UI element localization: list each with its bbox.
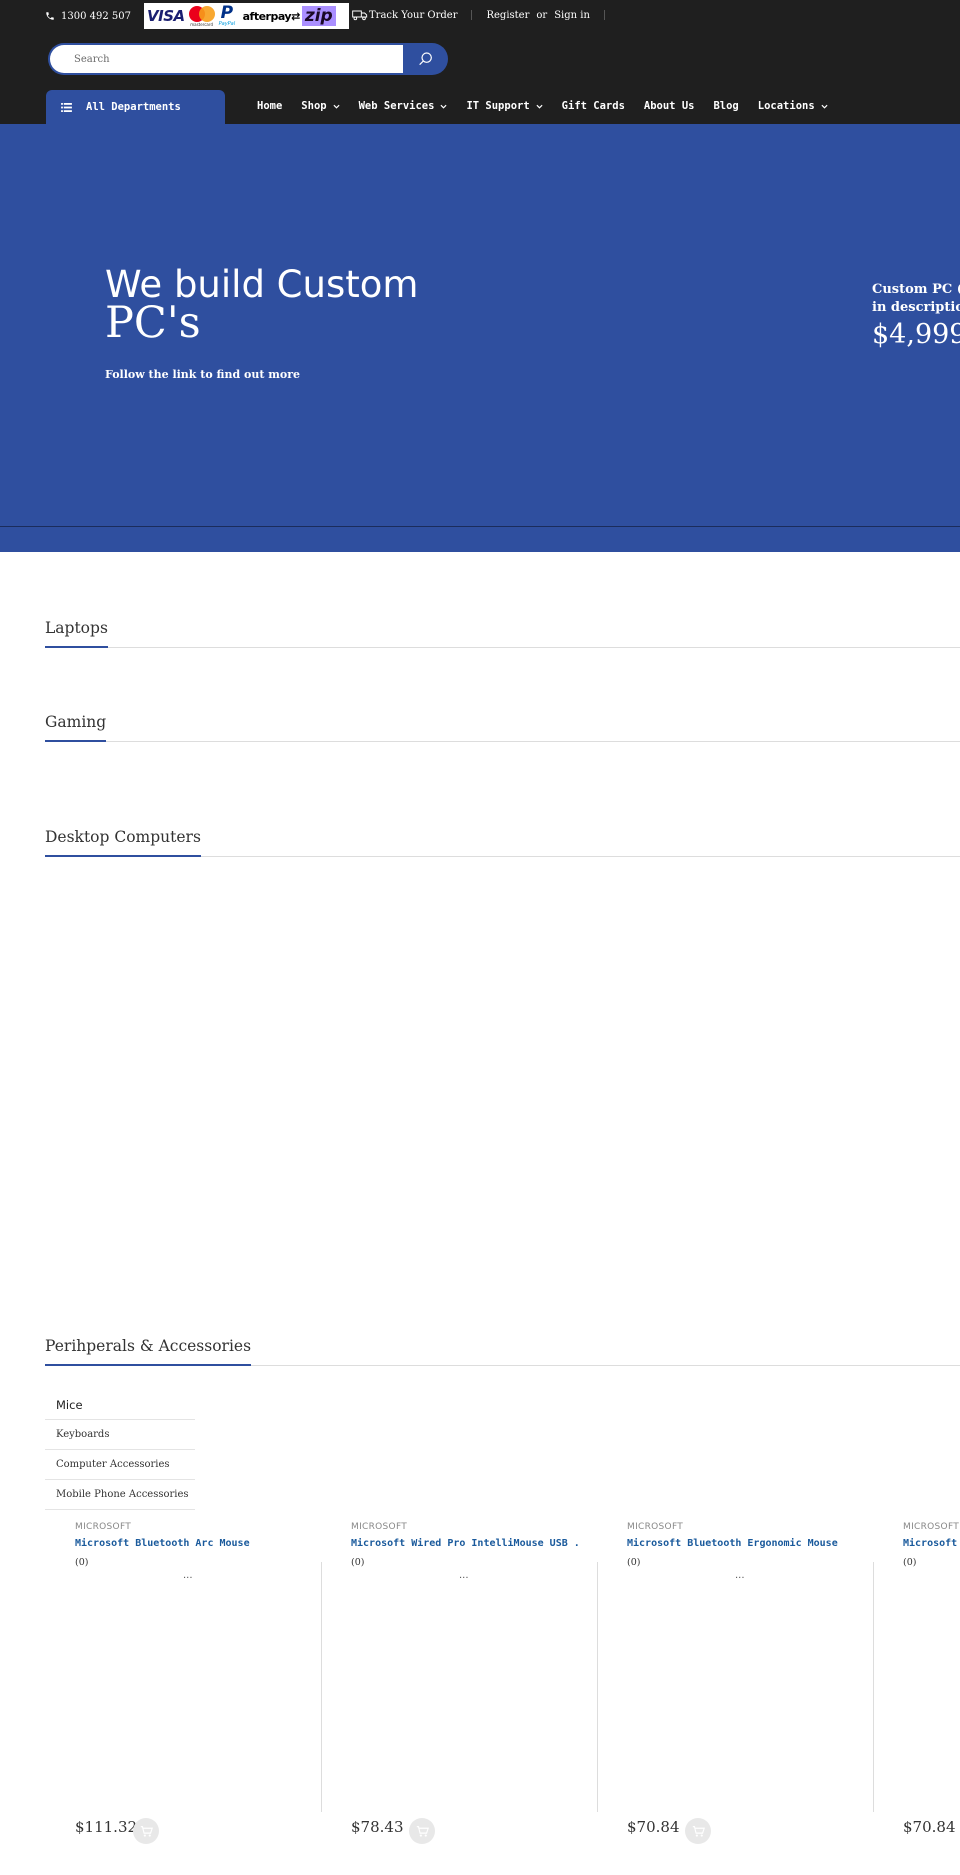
phone-contact[interactable]: 1300 492 507	[45, 8, 131, 24]
nav-item-web-services[interactable]: Web Services	[359, 100, 448, 112]
product-rating: (0)	[351, 1557, 365, 1568]
category-tab-mobile-phone-accessories[interactable]: Mobile Phone Accessories	[45, 1480, 195, 1510]
nav-item-locations[interactable]: Locations	[758, 100, 828, 112]
add-to-cart-button[interactable]	[409, 1818, 435, 1844]
paypal-logo: P PayPal	[218, 3, 236, 27]
zip-logo: zip	[301, 6, 336, 26]
product-price: $70.84	[627, 1818, 680, 1836]
product-divider	[597, 1562, 598, 1812]
hero-product-title[interactable]: Custom PC (Order via link in description…	[872, 281, 960, 317]
section-laptops: Laptops	[45, 614, 960, 648]
add-to-cart-button[interactable]	[133, 1818, 159, 1844]
chevron-down-icon	[440, 104, 447, 109]
phone-number: 1300 492 507	[61, 10, 131, 22]
section-title[interactable]: Desktop Computers	[45, 828, 201, 857]
chevron-down-icon	[333, 104, 340, 109]
product-divider	[873, 1562, 874, 1812]
product-divider	[321, 1562, 322, 1812]
product-name[interactable]: Microsoft Wired Pro IntelliMouse USB .	[351, 1538, 580, 1549]
nav-item-about-us[interactable]: About Us	[644, 100, 695, 112]
product-rating: (0)	[903, 1557, 917, 1568]
search-button[interactable]	[403, 43, 448, 75]
hero-banner[interactable]: We build Custom PC's Follow the link to …	[0, 124, 960, 552]
product-rating: (0)	[75, 1557, 89, 1568]
afterpay-logo: afterpay⇄	[242, 9, 301, 23]
cart-icon	[692, 1825, 705, 1837]
section-desktop-computers: Desktop Computers	[45, 823, 960, 857]
top-bar: 1300 492 507 VISA mastercard P PayPal af…	[0, 0, 960, 124]
or-text: or	[536, 9, 548, 21]
nav-label: Home	[257, 100, 283, 112]
search-icon	[418, 52, 432, 65]
hero-divider	[0, 526, 960, 527]
product-price: $70.84	[903, 1818, 956, 1836]
product-name[interactable]: Microsoft	[903, 1538, 957, 1549]
product-rating: (0)	[627, 1557, 641, 1568]
nav-label: Locations	[757, 100, 815, 112]
product-ellipsis: ...	[735, 1570, 745, 1581]
nav-label: Shop	[301, 100, 327, 112]
product-card[interactable]: MICROSOFT Microsoft Bluetooth Ergonomic …	[597, 1515, 873, 1875]
chevron-down-icon	[821, 104, 828, 109]
all-departments-label: All Departments	[86, 101, 181, 113]
add-to-cart-button[interactable]	[685, 1818, 711, 1844]
search-input[interactable]	[48, 43, 404, 75]
section-peripherals-accessories: Perihperals & Accessories	[45, 1332, 960, 1366]
mastercard-logo: mastercard	[187, 5, 217, 27]
nav-item-home[interactable]: Home	[257, 100, 282, 112]
category-tab-mice[interactable]: Mice	[45, 1390, 195, 1420]
product-card[interactable]: MICROSOFT Microsoft Bluetooth Arc Mouse …	[45, 1515, 321, 1875]
main-nav: Home Shop Web Services IT Support Gift C…	[257, 97, 847, 115]
phone-icon	[46, 12, 54, 20]
product-price: $111.32	[75, 1818, 138, 1836]
product-price: $78.43	[351, 1818, 404, 1836]
section-title[interactable]: Laptops	[45, 619, 108, 648]
section-title[interactable]: Gaming	[45, 713, 107, 742]
product-ellipsis: ...	[459, 1570, 469, 1581]
track-order-link[interactable]: Track Your Order	[369, 10, 457, 21]
nav-item-gift-cards[interactable]: Gift Cards	[562, 100, 625, 112]
nav-label: Web Services	[358, 100, 435, 112]
nav-item-shop[interactable]: Shop	[301, 100, 340, 112]
chevron-down-icon	[536, 104, 543, 109]
top-links: Track Your Order Register or Sign in	[352, 7, 619, 23]
hero-title-second-line: PC's	[105, 298, 201, 348]
list-icon	[61, 102, 72, 112]
nav-label: Blog	[713, 100, 739, 112]
category-tab-computer-accessories[interactable]: Computer Accessories	[45, 1450, 195, 1480]
product-card[interactable]: MICROSOFT Microsoft Wired Pro IntelliMou…	[321, 1515, 597, 1875]
search-bar	[48, 43, 448, 75]
sign-in-link[interactable]: Sign in	[554, 10, 590, 21]
product-card[interactable]: MICROSOFT Microsoft (0) $70.84	[873, 1515, 960, 1875]
category-tab-keyboards[interactable]: Keyboards	[45, 1420, 195, 1450]
nav-label: Gift Cards	[561, 100, 625, 112]
truck-icon	[352, 10, 368, 21]
visa-logo: VISA	[147, 7, 185, 25]
product-carousel: MICROSOFT Microsoft Bluetooth Arc Mouse …	[45, 1515, 960, 1875]
section-title[interactable]: Perihperals & Accessories	[45, 1337, 252, 1366]
cart-icon	[416, 1825, 429, 1837]
nav-item-it-support[interactable]: IT Support	[466, 100, 543, 112]
hero-product-price: $4,999	[872, 319, 960, 350]
product-brand[interactable]: MICROSOFT	[351, 1522, 407, 1532]
nav-label: About Us	[643, 100, 695, 112]
product-brand[interactable]: MICROSOFT	[903, 1522, 959, 1532]
product-brand[interactable]: MICROSOFT	[75, 1522, 131, 1532]
register-link[interactable]: Register	[486, 10, 529, 21]
product-brand[interactable]: MICROSOFT	[627, 1522, 683, 1532]
nav-label: IT Support	[466, 100, 530, 112]
divider	[603, 10, 605, 20]
product-ellipsis: ...	[183, 1570, 193, 1581]
all-departments-button[interactable]: All Departments	[46, 90, 225, 124]
product-name[interactable]: Microsoft Bluetooth Arc Mouse	[75, 1538, 250, 1549]
section-gaming: Gaming	[45, 708, 960, 742]
payment-methods-banner: VISA mastercard P PayPal afterpay⇄ zip	[144, 3, 349, 29]
nav-item-blog[interactable]: Blog	[713, 100, 738, 112]
cart-icon	[140, 1825, 153, 1837]
product-name[interactable]: Microsoft Bluetooth Ergonomic Mouse	[627, 1538, 838, 1549]
category-tabs: Mice Keyboards Computer Accessories Mobi…	[45, 1390, 195, 1510]
divider	[471, 10, 473, 20]
hero-subtitle[interactable]: Follow the link to find out more	[105, 368, 300, 381]
